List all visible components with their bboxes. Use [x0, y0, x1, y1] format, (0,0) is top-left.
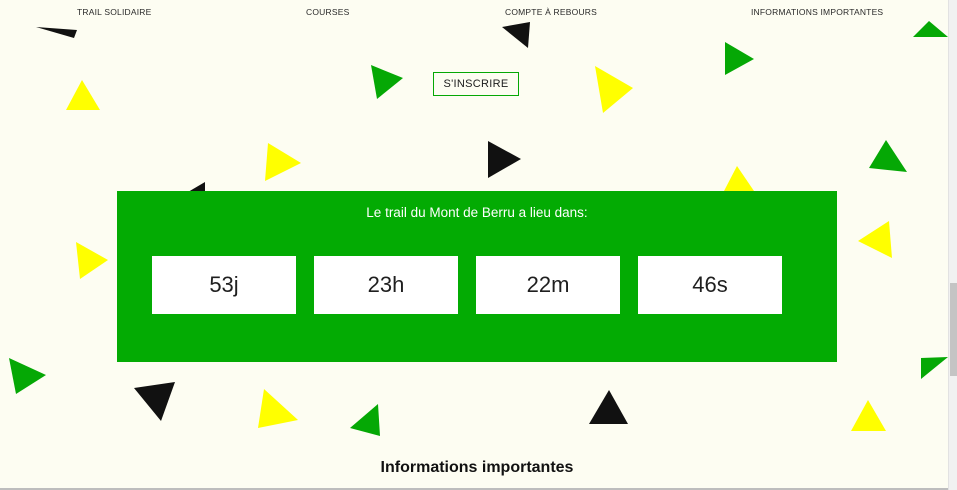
countdown-hours: 23h [314, 256, 458, 314]
black-triangle [589, 390, 628, 424]
green-triangle [371, 65, 403, 99]
black-triangle [488, 141, 521, 178]
countdown-panel: Le trail du Mont de Berru a lieu dans: 5… [117, 191, 837, 362]
green-triangle [9, 358, 46, 394]
green-triangle [350, 404, 380, 436]
nav-link-courses[interactable]: COURSES [306, 7, 349, 17]
page: TRAIL SOLIDAIRE COURSES COMPTE À REBOURS… [0, 0, 948, 490]
scrollbar-thumb[interactable] [950, 283, 957, 376]
green-triangle [869, 140, 907, 172]
countdown-minutes: 22m [476, 256, 620, 314]
black-triangle [502, 22, 530, 48]
black-triangle [134, 382, 175, 421]
signup-button[interactable]: S'INSCRIRE [433, 72, 519, 96]
yellow-triangle [76, 242, 108, 279]
yellow-triangle [265, 143, 301, 181]
yellow-triangle [258, 389, 298, 428]
yellow-triangle [66, 80, 100, 110]
countdown-seconds: 46s [638, 256, 782, 314]
countdown-days: 53j [152, 256, 296, 314]
yellow-triangle [858, 221, 892, 258]
nav-link-informations-importantes[interactable]: INFORMATIONS IMPORTANTES [751, 7, 883, 17]
yellow-triangle [724, 166, 754, 191]
black-triangle [36, 27, 77, 38]
yellow-triangle [595, 66, 633, 113]
nav-link-compte-a-rebours[interactable]: COMPTE À REBOURS [505, 7, 597, 17]
yellow-triangle [851, 400, 886, 431]
green-triangle [725, 42, 754, 75]
countdown-title: Le trail du Mont de Berru a lieu dans: [366, 205, 588, 220]
nav-link-trail-solidaire[interactable]: TRAIL SOLIDAIRE [77, 7, 151, 17]
green-triangle [913, 21, 948, 37]
page-scrollbar[interactable] [948, 0, 957, 490]
green-triangle [921, 357, 948, 379]
main-nav: TRAIL SOLIDAIRE COURSES COMPTE À REBOURS… [0, 7, 948, 19]
section-heading-informations: Informations importantes [380, 459, 574, 476]
